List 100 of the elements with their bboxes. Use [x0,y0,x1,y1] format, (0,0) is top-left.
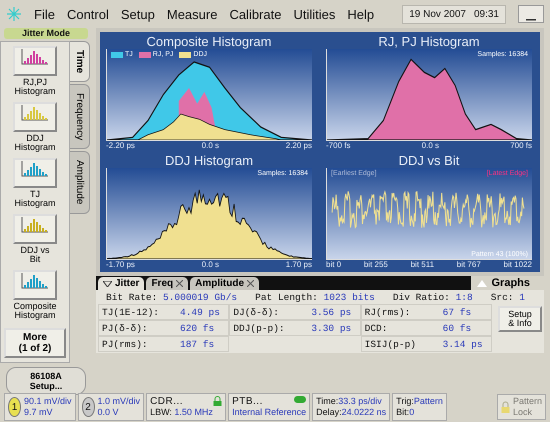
lock-icon [213,396,222,406]
channel-scale: 90.1 mV/div [24,396,72,407]
measurement-value: 3.30 ps [311,322,352,334]
channel-number: 1 [8,397,21,417]
axis-tick-label: -1.70 ps [106,260,135,270]
measurement-label: RJ(rms): [364,306,412,318]
side-tab[interactable]: Amplitude [70,151,90,214]
histogram-icon [20,48,50,66]
cdr-settings[interactable]: CDR... LBW: 1.50 MHz [146,393,226,421]
side-tab[interactable]: Time [70,41,90,82]
menu-item[interactable]: Measure [166,6,218,22]
side-tab[interactable]: Frequency [70,84,90,150]
axis-tick-label: 700 fs [510,141,532,151]
measurement-label: PJ(rms): [102,338,149,350]
mode-label: Jitter Mode [4,28,88,39]
menu-item[interactable]: Calibrate [229,6,282,22]
axis-tick-label: bit 511 [410,260,434,270]
settings-panel[interactable]: Time:33.3 ps/div Delay:24.0222 ns [312,393,390,421]
histogram-icon [20,216,50,234]
measurement-value: 3.14 ps [442,338,483,350]
lbw-value: 1.50 MHz [174,407,213,417]
histogram-icon [20,160,50,178]
minimize-icon [526,17,536,21]
setup-button[interactable]: 86108A Setup... [6,367,86,395]
measurement-value: 187 fs [180,338,214,350]
summary-value: 1023 bits [324,292,375,303]
measurement-label: PJ(δ-δ): [102,322,149,334]
collapse-triangle-icon [103,280,112,286]
graph-title: DDJ Histogram [164,153,254,168]
measurement-label: DJ(δ-δ): [233,306,280,318]
ptb-value: Internal Reference [232,407,306,418]
settings-panel[interactable]: Trig:Pattern Bit:0 [392,393,447,421]
close-icon [176,280,184,287]
axis-tick-label: 0.0 s [202,260,219,270]
graph-title: DDJ vs Bit [398,153,460,168]
measurement-tab[interactable]: Amplitude [190,277,260,290]
axis-tick-label: 0.0 s [422,141,439,151]
more-button[interactable]: More (1 of 2) [4,328,66,358]
setting-value: 0 [409,407,414,417]
setting-label: Delay: [316,407,342,417]
setting-label: Trig: [396,396,414,406]
summary-label: Bit Rate: [106,292,158,303]
summary-label: Div Ratio: [392,292,450,303]
axis-tick-label: -700 fs [326,141,350,151]
menu-item[interactable]: File [34,6,55,22]
channel-scale: 9.7 mV [24,407,54,418]
axis-tick-label: bit 255 [364,260,388,270]
measurement-value: 4.49 ps [180,306,220,318]
histogram-icon [20,272,50,290]
spark-logo-icon [6,6,22,22]
menu-item[interactable]: Setup [120,6,155,22]
date-text: 19 Nov 2007 [409,8,466,20]
ptb-settings[interactable]: PTB... Internal Reference [228,393,310,421]
measurement-value: 67 fs [442,306,472,318]
minimize-button[interactable] [518,5,544,23]
histogram-icon [20,104,50,122]
setting-label: Time: [316,396,338,406]
summary-label: Src: [490,292,514,303]
expand-triangle-icon [477,280,488,286]
graph-title: Composite Histogram [146,34,272,49]
measurement-value: 60 fs [442,322,472,334]
channel-number: 2 [82,397,95,417]
measurement-value: 3.56 ps [311,306,352,318]
ptb-title: PTB... [232,396,263,407]
graphs-toggle[interactable]: Graphs [471,276,544,290]
setting-value: 24.0222 ns [342,407,386,417]
measurement-tab[interactable]: Jitter [98,277,144,290]
measurement-label: ISIJ(p-p) [364,338,417,350]
measurement-tab[interactable]: Freq [146,277,188,290]
cdr-title: CDR... [150,396,184,407]
graph-title: RJ, PJ Histogram [377,34,481,49]
time-text: 09:31 [474,8,499,20]
axis-tick-label: bit 0 [326,260,342,270]
padlock-icon [500,401,510,413]
close-icon [247,280,254,287]
menu-item[interactable]: Help [347,6,374,22]
axis-tick-label: 0.0 s [202,141,219,151]
summary-value: 1:8 [456,292,473,303]
measurement-label: TJ(1E-12): [102,306,160,318]
summary-label: Pat Length: [255,292,318,303]
setting-value: 33.3 ps/div [338,396,382,406]
status-led-icon [294,396,306,403]
measurement-label: DDJ(p-p): [233,322,286,334]
channel-scale: 1.0 mV/div [98,396,140,407]
menu-item[interactable]: Control [66,6,109,22]
axis-tick-label: 1.70 ps [286,260,312,270]
setup-info-button[interactable]: Setup & Info [498,306,542,332]
summary-value: 5.000019 Gb/s [163,292,238,303]
measurement-label: DCD: [364,322,388,334]
summary-value: 1 [519,292,525,303]
menu-item[interactable]: Utilities [293,6,336,22]
axis-tick-label: bit 1022 [504,260,532,270]
lbw-label: LBW: [150,407,172,417]
channel-scale: 0.0 V [98,407,120,418]
axis-tick-label: 2.20 ps [286,141,312,151]
setting-label: Bit: [396,407,410,417]
measurement-value: 620 fs [180,322,214,334]
axis-tick-label: -2.20 ps [106,141,135,151]
setting-value: Pattern [414,396,443,406]
axis-tick-label: bit 767 [456,260,481,270]
